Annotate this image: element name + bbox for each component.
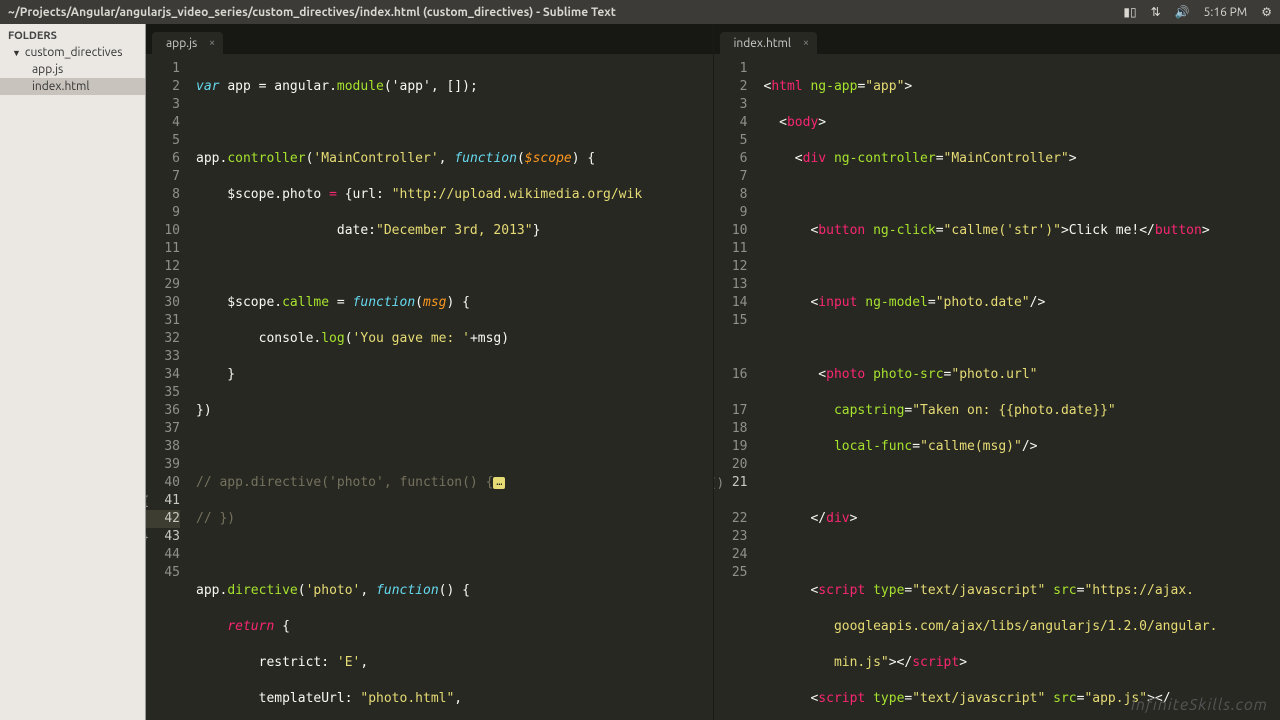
folder-label: custom_directives — [25, 46, 123, 59]
sidebar: FOLDERS ▼ custom_directives app.js index… — [0, 24, 146, 720]
settings-icon[interactable]: ⚙ — [1261, 5, 1272, 19]
close-icon[interactable]: × — [803, 37, 809, 49]
folder-item[interactable]: ▼ custom_directives — [0, 44, 145, 61]
sidebar-header: FOLDERS — [0, 28, 145, 44]
tabbar-right: index.html × — [714, 24, 1280, 54]
code-area-left[interactable]: 1 2 3 4 5 6 7 8 9 10 11 12 29 30 31 32 3 — [146, 54, 713, 720]
close-icon[interactable]: × — [209, 37, 215, 49]
gutter-right: 1 2 3 4 5 6 7 8 9 10 11 12 13 14 15 — [714, 54, 760, 720]
volume-icon: 🔊 — [1175, 5, 1190, 19]
tab-appjs[interactable]: app.js × — [152, 32, 223, 54]
code-area-right[interactable]: 1 2 3 4 5 6 7 8 9 10 11 12 13 14 15 — [714, 54, 1280, 720]
code-content-left[interactable]: var app = angular.module('app', []); app… — [192, 54, 713, 720]
editor-pane-left: app.js × 1 2 3 4 5 6 7 8 9 10 11 12 — [146, 24, 714, 720]
tabbar-left: app.js × — [146, 24, 713, 54]
gutter-left: 1 2 3 4 5 6 7 8 9 10 11 12 29 30 31 32 3 — [146, 54, 192, 720]
chevron-down-icon: ▼ — [12, 48, 21, 58]
tab-label: index.html — [734, 37, 792, 50]
file-item-indexhtml[interactable]: index.html — [0, 78, 145, 95]
fold-marker[interactable]: … — [493, 477, 505, 489]
system-tray: ▮▯ ⇅ 🔊 5:16 PM ⚙ — [1123, 5, 1272, 19]
titlebar: ~/Projects/Angular/angularjs_video_serie… — [0, 0, 1280, 24]
window-title: ~/Projects/Angular/angularjs_video_serie… — [8, 6, 1123, 19]
watermark: InfiniteSkills.com — [1131, 696, 1268, 714]
code-content-right[interactable]: <html ng-app="app"> <body> <div ng-contr… — [760, 54, 1280, 720]
clock: 5:16 PM — [1204, 6, 1248, 19]
tab-label: app.js — [166, 37, 197, 50]
network-icon: ⇅ — [1151, 5, 1161, 19]
editor-pane-right: index.html × 1 2 3 4 5 6 7 8 9 10 11 1 — [714, 24, 1280, 720]
battery-icon: ▮▯ — [1123, 5, 1136, 19]
tab-indexhtml[interactable]: index.html × — [720, 32, 818, 54]
file-item-appjs[interactable]: app.js — [0, 61, 145, 78]
